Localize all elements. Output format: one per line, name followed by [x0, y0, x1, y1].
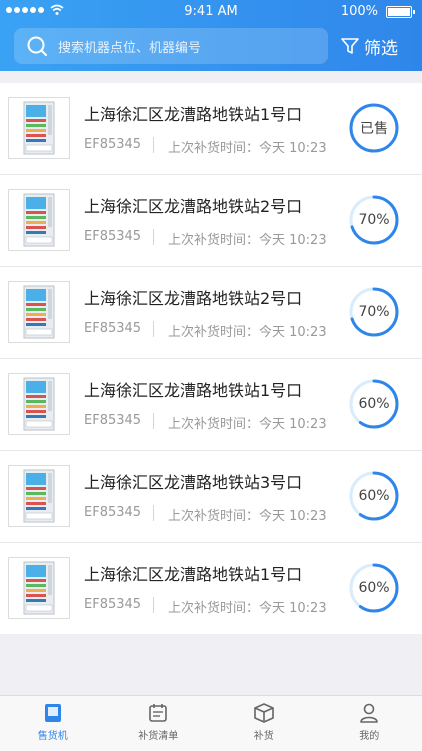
- battery-percentage: 100%: [341, 4, 378, 19]
- machine-row-5[interactable]: 上海徐汇区龙漕路地铁站3号口 EF85345 上次补货时间：今天 10:23 6…: [0, 451, 422, 543]
- machine-location: 上海徐汇区龙漕路地铁站1号口: [84, 101, 302, 125]
- machine-code: EF85345: [84, 229, 141, 244]
- restock-time: 上次补货时间：今天 10:23: [168, 321, 327, 340]
- tab-bar: 售货机 补货清单 补货 我的: [0, 695, 422, 751]
- tab-label: 补货: [254, 727, 274, 742]
- restock-time: 上次补货时间：今天 10:23: [168, 597, 327, 616]
- tab-label: 补货清单: [138, 727, 178, 742]
- divider: [153, 505, 154, 521]
- person-icon: [358, 702, 380, 724]
- status-bar: 9:41 AM 100%: [0, 0, 422, 24]
- header: 9:41 AM 100% 搜索机器点位、机器编号 筛选: [0, 0, 422, 71]
- divider: [153, 229, 154, 245]
- restock-time: 上次补货时间：今天 10:23: [168, 229, 327, 248]
- divider: [153, 413, 154, 429]
- restock-time: 上次补货时间：今天 10:23: [168, 505, 327, 524]
- battery-icon: [386, 6, 412, 18]
- machine-thumbnail: [8, 281, 70, 343]
- filter-button[interactable]: 筛选: [340, 33, 398, 59]
- machine-thumbnail: [8, 465, 70, 527]
- tab-label: 我的: [359, 727, 379, 742]
- machine-code: EF85345: [84, 321, 141, 336]
- machine-location: 上海徐汇区龙漕路地铁站2号口: [84, 285, 302, 309]
- divider: [153, 321, 154, 337]
- stock-status: 70%: [348, 194, 400, 246]
- search-placeholder: 搜索机器点位、机器编号: [58, 37, 201, 56]
- divider: [153, 137, 154, 153]
- stock-status: 60%: [348, 470, 400, 522]
- restock-time: 上次补货时间：今天 10:23: [168, 137, 327, 156]
- machine-row-1[interactable]: 上海徐汇区龙漕路地铁站1号口 EF85345 上次补货时间：今天 10:23 已…: [0, 83, 422, 175]
- filter-label: 筛选: [364, 34, 398, 59]
- machine-location: 上海徐汇区龙漕路地铁站1号口: [84, 377, 302, 401]
- stock-status: 60%: [348, 378, 400, 430]
- machine-thumbnail: [8, 373, 70, 435]
- calendar-icon: [147, 702, 169, 724]
- vending-machine-icon: [42, 702, 64, 724]
- machine-location: 上海徐汇区龙漕路地铁站1号口: [84, 561, 302, 585]
- machine-thumbnail: [8, 97, 70, 159]
- tab-label: 售货机: [38, 727, 68, 742]
- machine-row-3[interactable]: 上海徐汇区龙漕路地铁站2号口 EF85345 上次补货时间：今天 10:23 7…: [0, 267, 422, 359]
- machine-code: EF85345: [84, 413, 141, 428]
- box-icon: [253, 702, 275, 724]
- machine-location: 上海徐汇区龙漕路地铁站2号口: [84, 193, 302, 217]
- divider: [153, 597, 154, 613]
- machine-code: EF85345: [84, 597, 141, 612]
- search-input[interactable]: 搜索机器点位、机器编号: [14, 28, 328, 64]
- tab-restock-list[interactable]: 补货清单: [106, 696, 212, 751]
- search-icon: [26, 35, 48, 57]
- machine-row-6[interactable]: 上海徐汇区龙漕路地铁站1号口 EF85345 上次补货时间：今天 10:23 6…: [0, 543, 422, 634]
- stock-status: 60%: [348, 562, 400, 614]
- machine-list: 上海徐汇区龙漕路地铁站1号口 EF85345 上次补货时间：今天 10:23 已…: [0, 83, 422, 634]
- machine-row-2[interactable]: 上海徐汇区龙漕路地铁站2号口 EF85345 上次补货时间：今天 10:23 7…: [0, 175, 422, 267]
- machine-thumbnail: [8, 189, 70, 251]
- filter-icon: [340, 36, 360, 56]
- machine-row-4[interactable]: 上海徐汇区龙漕路地铁站1号口 EF85345 上次补货时间：今天 10:23 6…: [0, 359, 422, 451]
- stock-status: 已售: [348, 102, 400, 154]
- tab-restock[interactable]: 补货: [211, 696, 317, 751]
- machine-code: EF85345: [84, 505, 141, 520]
- machine-code: EF85345: [84, 137, 141, 152]
- tab-me[interactable]: 我的: [317, 696, 422, 751]
- tab-vending-machine[interactable]: 售货机: [0, 696, 106, 751]
- machine-thumbnail: [8, 557, 70, 619]
- stock-status: 70%: [348, 286, 400, 338]
- machine-location: 上海徐汇区龙漕路地铁站3号口: [84, 469, 302, 493]
- restock-time: 上次补货时间：今天 10:23: [168, 413, 327, 432]
